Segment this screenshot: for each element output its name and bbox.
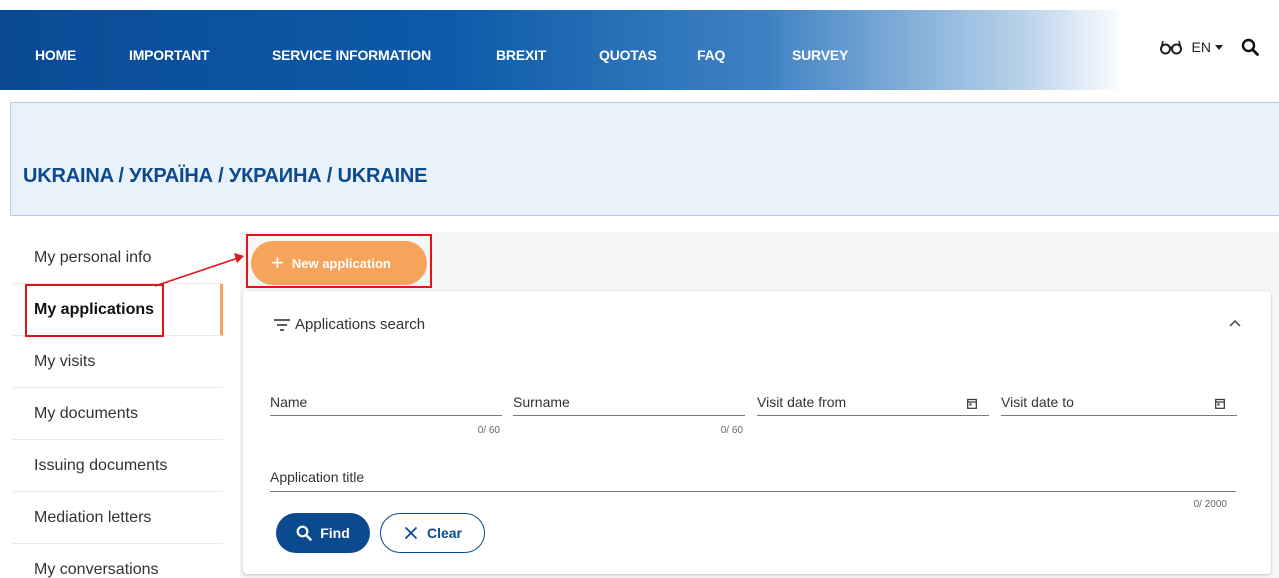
name-label: Name: [270, 394, 308, 410]
highlight-my-applications: [25, 284, 164, 337]
visit-date-from-underline: [757, 415, 989, 416]
name-field[interactable]: Name 0/ 60: [270, 394, 502, 438]
application-title-underline: [270, 491, 1236, 492]
visit-date-to-field[interactable]: Visit date to: [1001, 394, 1237, 424]
clear-label: Clear: [426, 525, 463, 541]
application-title-label: Application title: [270, 469, 365, 485]
nav-service-information[interactable]: SERVICE INFORMATION: [272, 47, 431, 63]
application-title-counter: 0/ 2000: [1193, 499, 1227, 510]
top-navigation: HOME IMPORTANT SERVICE INFORMATION BREXI…: [0, 10, 1279, 90]
search-panel-header[interactable]: Applications search: [273, 316, 425, 333]
sidebar-item-label: Mediation letters: [34, 508, 152, 526]
sidebar-item-label: My visits: [34, 352, 96, 370]
nav-tools: EN: [1159, 38, 1259, 56]
visit-date-from-label: Visit date from: [757, 394, 847, 410]
application-title-field[interactable]: Application title 0/ 2000: [270, 469, 1236, 515]
close-icon: [404, 526, 418, 540]
visit-date-to-label: Visit date to: [1001, 394, 1074, 410]
nav-home[interactable]: HOME: [35, 47, 76, 63]
sidebar-item-label: My documents: [34, 404, 139, 422]
nav-quotas[interactable]: QUOTAS: [599, 47, 657, 63]
page-title: UKRAINA / УКРАЇНА / УКРАИНА / UKRAINE: [23, 165, 428, 187]
calendar-icon[interactable]: [967, 398, 977, 409]
nav-faq[interactable]: FAQ: [697, 47, 725, 63]
clear-button[interactable]: Clear: [380, 513, 485, 553]
sidebar-item-visits[interactable]: My visits: [12, 336, 223, 388]
chevron-up-icon[interactable]: [1229, 319, 1241, 327]
search-icon: [296, 525, 312, 541]
nav-important[interactable]: IMPORTANT: [129, 47, 210, 63]
sidebar-item-mediation-letters[interactable]: Mediation letters: [12, 492, 223, 544]
glasses-icon[interactable]: [1159, 39, 1182, 55]
surname-underline: [513, 415, 745, 416]
visit-date-from-field[interactable]: Visit date from: [757, 394, 989, 424]
visit-date-to-underline: [1001, 415, 1237, 416]
nav-survey[interactable]: SURVEY: [792, 47, 848, 63]
surname-label: Surname: [513, 394, 570, 410]
highlight-new-application: [246, 234, 432, 288]
name-counter: 0/ 60: [477, 425, 500, 436]
sidebar-item-label: My personal info: [34, 248, 152, 266]
find-button[interactable]: Find: [276, 513, 370, 553]
annotation-arrow-icon: [154, 253, 244, 287]
sidebar-item-conversations[interactable]: My conversations: [12, 544, 223, 578]
surname-field[interactable]: Surname 0/ 60: [513, 394, 745, 438]
applications-search-panel: Applications search Name 0/ 60 Surname 0…: [243, 291, 1271, 574]
sidebar-item-label: Issuing documents: [34, 456, 168, 474]
search-icon[interactable]: [1241, 38, 1259, 56]
country-banner: UKRAINA / УКРАЇНА / УКРАИНА / UKRAINE: [10, 102, 1279, 216]
language-selector[interactable]: EN: [1192, 39, 1211, 55]
chevron-down-icon[interactable]: [1215, 44, 1223, 50]
sidebar-item-issuing-documents[interactable]: Issuing documents: [12, 440, 223, 492]
name-underline: [270, 415, 502, 416]
nav-brexit[interactable]: BREXIT: [496, 47, 546, 63]
surname-counter: 0/ 60: [720, 425, 743, 436]
calendar-icon[interactable]: [1215, 398, 1225, 409]
find-label: Find: [320, 525, 350, 541]
filter-icon: [274, 318, 290, 331]
search-panel-title: Applications search: [295, 316, 426, 333]
sidebar-item-label: My conversations: [34, 560, 159, 578]
sidebar-item-documents[interactable]: My documents: [12, 388, 223, 440]
